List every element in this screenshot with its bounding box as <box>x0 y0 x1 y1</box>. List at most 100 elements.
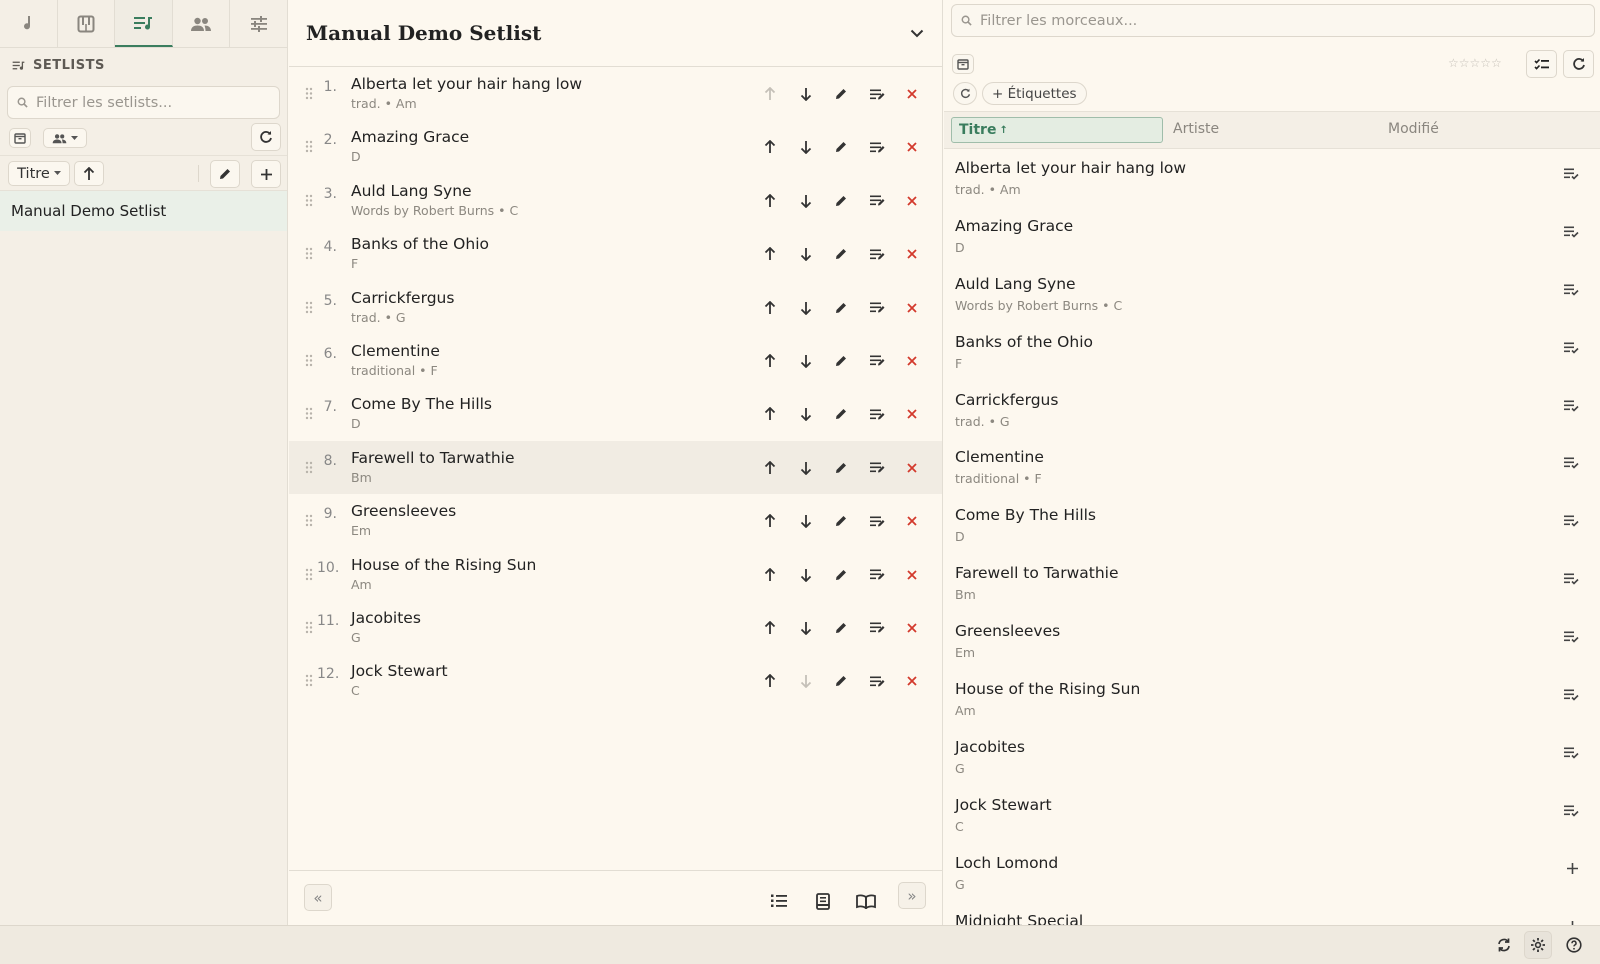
sort-by-artist[interactable]: Artiste <box>1173 121 1219 137</box>
help-icon[interactable] <box>1566 937 1582 953</box>
pencil-icon[interactable] <box>824 403 860 425</box>
move-up-icon[interactable] <box>753 190 789 212</box>
edit-notes-icon[interactable] <box>859 510 895 532</box>
library-row[interactable]: Jock Stewart C <box>944 792 1600 850</box>
add-to-setlist-icon[interactable] <box>1566 862 1579 875</box>
edit-notes-icon[interactable] <box>859 617 895 639</box>
move-down-icon[interactable] <box>788 457 824 479</box>
sort-by-modified[interactable]: Modifié <box>1388 121 1439 137</box>
pencil-icon[interactable] <box>824 297 860 319</box>
library-row[interactable]: Alberta let your hair hang low trad. • Am <box>944 155 1600 213</box>
move-down-icon[interactable] <box>788 190 824 212</box>
pencil-icon[interactable] <box>824 190 860 212</box>
in-setlist-icon[interactable] <box>1563 399 1579 412</box>
sync-icon[interactable] <box>1496 937 1512 953</box>
drag-handle-icon[interactable] <box>305 301 313 314</box>
library-row[interactable]: House of the Rising Sun Am <box>944 676 1600 734</box>
next-button[interactable]: » <box>898 882 926 909</box>
in-setlist-icon[interactable] <box>1563 225 1579 238</box>
move-up-icon[interactable] <box>753 670 789 692</box>
library-row[interactable]: Come By The Hills D <box>944 502 1600 560</box>
remove-icon[interactable] <box>895 83 931 105</box>
edit-notes-icon[interactable] <box>859 457 895 479</box>
move-up-icon[interactable] <box>753 83 789 105</box>
remove-icon[interactable] <box>895 403 931 425</box>
move-down-icon[interactable] <box>788 83 824 105</box>
rating-filter[interactable]: ☆☆☆☆☆ <box>1448 56 1502 70</box>
setlist-row[interactable]: 9. Greensleeves Em <box>289 494 942 547</box>
in-setlist-icon[interactable] <box>1563 572 1579 585</box>
drag-handle-icon[interactable] <box>305 247 313 260</box>
drag-handle-icon[interactable] <box>305 140 313 153</box>
remove-icon[interactable] <box>895 350 931 372</box>
setlist-row[interactable]: 2. Amazing Grace D <box>289 120 942 173</box>
archive-button[interactable] <box>952 54 974 74</box>
tab-instrument[interactable] <box>58 0 116 47</box>
remove-icon[interactable] <box>895 564 931 586</box>
library-row[interactable]: Carrickfergus trad. • G <box>944 387 1600 445</box>
book-icon[interactable] <box>856 893 876 909</box>
library-row[interactable]: Jacobites G <box>944 734 1600 792</box>
edit-notes-icon[interactable] <box>859 136 895 158</box>
move-down-icon[interactable] <box>788 403 824 425</box>
song-filter-input[interactable] <box>980 12 1540 29</box>
in-setlist-icon[interactable] <box>1563 630 1579 643</box>
sort-direction-button[interactable] <box>74 161 104 186</box>
remove-icon[interactable] <box>895 670 931 692</box>
tab-people[interactable] <box>173 0 231 47</box>
refresh-button[interactable] <box>251 123 281 151</box>
edit-notes-icon[interactable] <box>859 243 895 265</box>
remove-icon[interactable] <box>895 136 931 158</box>
move-up-icon[interactable] <box>753 297 789 319</box>
edit-notes-icon[interactable] <box>859 403 895 425</box>
setlist-row[interactable]: 4. Banks of the Ohio F <box>289 227 942 280</box>
in-setlist-icon[interactable] <box>1563 283 1579 296</box>
song-filter[interactable] <box>951 4 1595 37</box>
move-up-icon[interactable] <box>753 350 789 372</box>
pencil-icon[interactable] <box>824 617 860 639</box>
tab-songs[interactable] <box>0 0 58 47</box>
archive-button[interactable] <box>9 128 31 148</box>
setlist-row[interactable]: 6. Clementine traditional • F <box>289 334 942 387</box>
settings-button[interactable] <box>1524 931 1552 959</box>
in-setlist-icon[interactable] <box>1563 688 1579 701</box>
remove-icon[interactable] <box>895 510 931 532</box>
setlist-filter-input[interactable] <box>36 94 256 111</box>
edit-notes-icon[interactable] <box>859 670 895 692</box>
move-up-icon[interactable] <box>753 564 789 586</box>
pencil-icon[interactable] <box>824 564 860 586</box>
setlist-row[interactable]: 5. Carrickfergus trad. • G <box>289 281 942 334</box>
library-row[interactable]: Greensleeves Em <box>944 618 1600 676</box>
library-row[interactable]: Banks of the Ohio F <box>944 329 1600 387</box>
group-filter-dropdown[interactable] <box>43 128 87 148</box>
drag-handle-icon[interactable] <box>305 407 313 420</box>
library-row[interactable]: Midnight Special <box>944 908 1600 925</box>
edit-notes-icon[interactable] <box>859 564 895 586</box>
setlist-row[interactable]: 8. Farewell to Tarwathie Bm <box>289 440 942 495</box>
sort-by-title[interactable]: Titre ↑ <box>951 117 1163 143</box>
drag-handle-icon[interactable] <box>305 674 313 687</box>
in-setlist-icon[interactable] <box>1563 456 1579 470</box>
in-setlist-icon[interactable] <box>1563 746 1579 759</box>
remove-icon[interactable] <box>895 190 931 212</box>
setlist-row[interactable]: 3. Auld Lang Syne Words by Robert Burns • … <box>289 174 942 227</box>
library-row[interactable]: Farewell to Tarwathie Bm <box>944 560 1600 618</box>
setlist-row[interactable]: 1. Alberta let your hair hang low trad. • … <box>289 67 942 120</box>
move-up-icon[interactable] <box>753 617 789 639</box>
library-row[interactable]: Auld Lang Syne Words by Robert Burns • C <box>944 271 1600 329</box>
remove-icon[interactable] <box>895 457 931 479</box>
move-down-icon[interactable] <box>788 510 824 532</box>
remove-icon[interactable] <box>895 243 931 265</box>
pencil-icon[interactable] <box>824 457 860 479</box>
move-up-icon[interactable] <box>753 457 789 479</box>
drag-handle-icon[interactable] <box>305 87 313 100</box>
chevron-down-icon[interactable] <box>910 29 924 38</box>
library-row[interactable]: Clementine traditional • F <box>944 444 1600 502</box>
sort-field-dropdown[interactable]: Titre <box>8 161 70 186</box>
setlist-row[interactable]: 12. Jock Stewart C <box>289 654 942 707</box>
move-down-icon[interactable] <box>788 350 824 372</box>
numbered-list-icon[interactable] <box>770 893 788 909</box>
remove-icon[interactable] <box>895 617 931 639</box>
select-mode-button[interactable] <box>1526 50 1557 78</box>
move-down-icon[interactable] <box>788 243 824 265</box>
